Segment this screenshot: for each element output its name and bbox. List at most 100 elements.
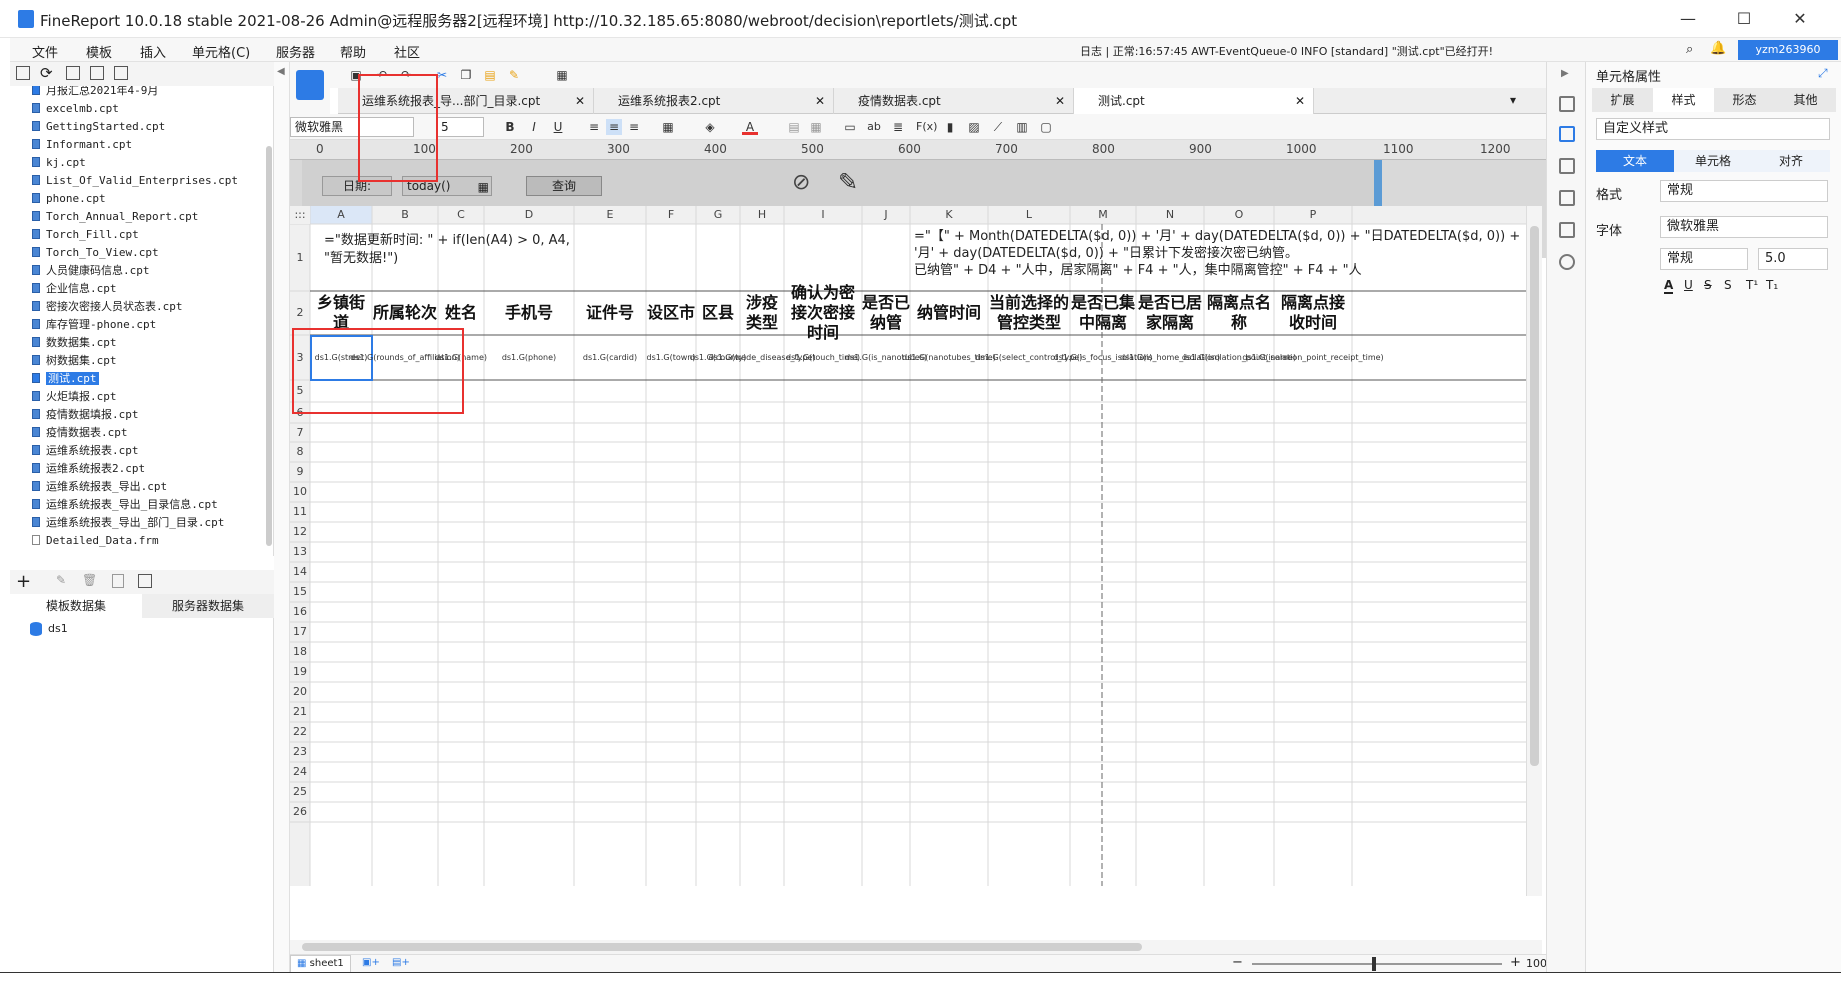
wrap-icon[interactable]: ≣	[890, 119, 906, 135]
bell-icon[interactable]: 🔔	[1710, 41, 1726, 56]
tab-style[interactable]: 样式	[1653, 88, 1714, 112]
tree-item-selected[interactable]: 测试.cpt	[32, 370, 99, 388]
menu-server[interactable]: 服务器	[276, 42, 315, 61]
column-header[interactable]: M	[1070, 206, 1136, 224]
zoom-out-button[interactable]: −	[1232, 955, 1243, 970]
font-family-select[interactable]: 微软雅黑	[1660, 216, 1828, 238]
menu-insert[interactable]: 插入	[140, 42, 166, 61]
pin-icon[interactable]: ⤢	[1818, 66, 1828, 81]
menu-file[interactable]: 文件	[32, 42, 58, 61]
header-cell[interactable]: 设区市	[646, 291, 696, 335]
row-header[interactable]: 21	[290, 702, 310, 722]
search-icon[interactable]: ⌕	[1686, 42, 1693, 57]
add-report-sheet-icon[interactable]: ▣+	[362, 957, 380, 968]
tab-server-datasets[interactable]: 服务器数据集	[142, 594, 274, 618]
maximize-button[interactable]: ☐	[1716, 4, 1772, 34]
row-header[interactable]: 14	[290, 562, 310, 582]
add-dataset-icon[interactable]: +	[16, 571, 31, 592]
vertical-scrollbar[interactable]	[1526, 206, 1542, 896]
underline-button[interactable]: U	[550, 119, 566, 135]
column-header[interactable]: P	[1274, 206, 1352, 224]
new-folder-icon[interactable]	[16, 66, 30, 80]
font-color-icon[interactable]: A	[742, 119, 758, 135]
tree-item[interactable]: List_Of_Valid_Enterprises.cpt	[32, 172, 238, 190]
data-cell[interactable]: ds1.G(isolation_point_receipt_time)	[1242, 335, 1383, 380]
font-color-icon[interactable]: A	[1664, 278, 1674, 294]
header-cell[interactable]: 隔离点名称	[1204, 291, 1274, 335]
header-cell[interactable]: 是否已集中隔离	[1070, 291, 1136, 335]
query-button[interactable]: 查询	[526, 176, 602, 196]
row-header[interactable]: 13	[290, 542, 310, 562]
image-icon[interactable]: ▨	[966, 119, 982, 135]
row-header[interactable]: 22	[290, 722, 310, 742]
add-form-sheet-icon[interactable]: ▤+	[392, 957, 410, 968]
tab-template-datasets[interactable]: 模板数据集	[10, 594, 142, 618]
cell-attribute-icon[interactable]	[1559, 126, 1575, 142]
minimize-button[interactable]: —	[1660, 4, 1716, 34]
data-cell[interactable]: ds1.G(town)	[646, 335, 696, 380]
strikethrough-icon[interactable]: S	[1704, 278, 1712, 292]
preview-button[interactable]	[290, 62, 330, 114]
header-cell[interactable]: 证件号	[574, 291, 646, 335]
scroll-thumb[interactable]	[302, 943, 1142, 951]
tree-item[interactable]: 疫情数据表.cpt	[32, 424, 128, 442]
data-cell[interactable]: ds1.G(phone)	[484, 335, 574, 380]
refresh-icon[interactable]: ⟳	[40, 64, 53, 82]
unmerge-icon[interactable]: ▦	[808, 119, 824, 135]
tree-item[interactable]: Torch_Fill.cpt	[32, 226, 139, 244]
row-header[interactable]: 25	[290, 782, 310, 802]
column-header[interactable]: K	[910, 206, 988, 224]
subtab-align[interactable]: 对齐	[1752, 150, 1830, 172]
lock-icon[interactable]	[66, 66, 80, 80]
format-select[interactable]: 常规	[1660, 180, 1828, 202]
tree-item[interactable]: 企业信息.cpt	[32, 280, 117, 298]
row-header[interactable]: 24	[290, 762, 310, 782]
sheet-tab[interactable]: ▦ sheet1	[290, 955, 351, 973]
italic-button[interactable]: I	[526, 119, 542, 135]
copy-icon[interactable]: ❐	[458, 67, 474, 83]
zoom-in-button[interactable]: +	[1510, 955, 1521, 970]
tree-item[interactable]: 运维系统报表_导出.cpt	[32, 478, 167, 496]
tree-item[interactable]: excelmb.cpt	[32, 100, 119, 118]
column-header[interactable]: I	[784, 206, 862, 224]
header-cell[interactable]: 区县	[696, 291, 740, 335]
formula-icon[interactable]: F(x)	[916, 119, 937, 135]
header-cell[interactable]: 隔离点接收时间	[1274, 291, 1352, 335]
row-header[interactable]: 26	[290, 802, 310, 822]
row-header[interactable]: 8	[290, 442, 310, 462]
tab-test[interactable]: 测试.cpt ✕	[1074, 88, 1314, 114]
column-header[interactable]: O	[1204, 206, 1274, 224]
column-header[interactable]: F	[646, 206, 696, 224]
horizontal-scrollbar[interactable]	[290, 940, 1542, 954]
tree-item[interactable]: 运维系统报表.cpt	[32, 442, 139, 460]
spreadsheet-grid[interactable]: ::: A B C D E F G H I J K L M N O P 1 2 …	[290, 206, 1526, 896]
user-badge[interactable]: yzm263960	[1738, 40, 1838, 60]
menu-help[interactable]: 帮助	[340, 42, 366, 61]
header-cell[interactable]: 手机号	[484, 291, 574, 335]
row-header[interactable]: 1	[290, 224, 310, 291]
row-header[interactable]: 9	[290, 462, 310, 482]
tree-item[interactable]: Informant.cpt	[32, 136, 132, 154]
column-header[interactable]: G	[696, 206, 740, 224]
close-tab-icon[interactable]: ✕	[1295, 88, 1305, 114]
close-tab-icon[interactable]: ✕	[815, 88, 825, 114]
dataset-item[interactable]: ds1	[48, 622, 68, 635]
tree-item[interactable]: 密接次密接人员状态表.cpt	[32, 298, 183, 316]
scroll-thumb[interactable]	[1530, 226, 1539, 766]
column-header[interactable]: J	[862, 206, 910, 224]
preview-dataset-icon[interactable]	[112, 574, 124, 588]
border-icon[interactable]: ▦	[660, 119, 676, 135]
column-header[interactable]: H	[740, 206, 784, 224]
tree-item[interactable]: 疫情数据填报.cpt	[32, 406, 139, 424]
menu-community[interactable]: 社区	[394, 42, 420, 61]
style-type-select[interactable]: 自定义样式	[1596, 118, 1830, 140]
underline-icon[interactable]: U	[1684, 278, 1693, 292]
chart-icon[interactable]: ▮	[942, 119, 958, 135]
font-style-select[interactable]: 常规	[1660, 248, 1748, 270]
row-header[interactable]: 15	[290, 582, 310, 602]
zoom-slider-thumb[interactable]	[1372, 957, 1376, 971]
column-header[interactable]: N	[1136, 206, 1204, 224]
left-panel-toggle[interactable]: ◀	[274, 62, 290, 972]
data-cell[interactable]: ds1.G(cardid)	[574, 335, 646, 380]
locate-icon[interactable]	[90, 66, 104, 80]
